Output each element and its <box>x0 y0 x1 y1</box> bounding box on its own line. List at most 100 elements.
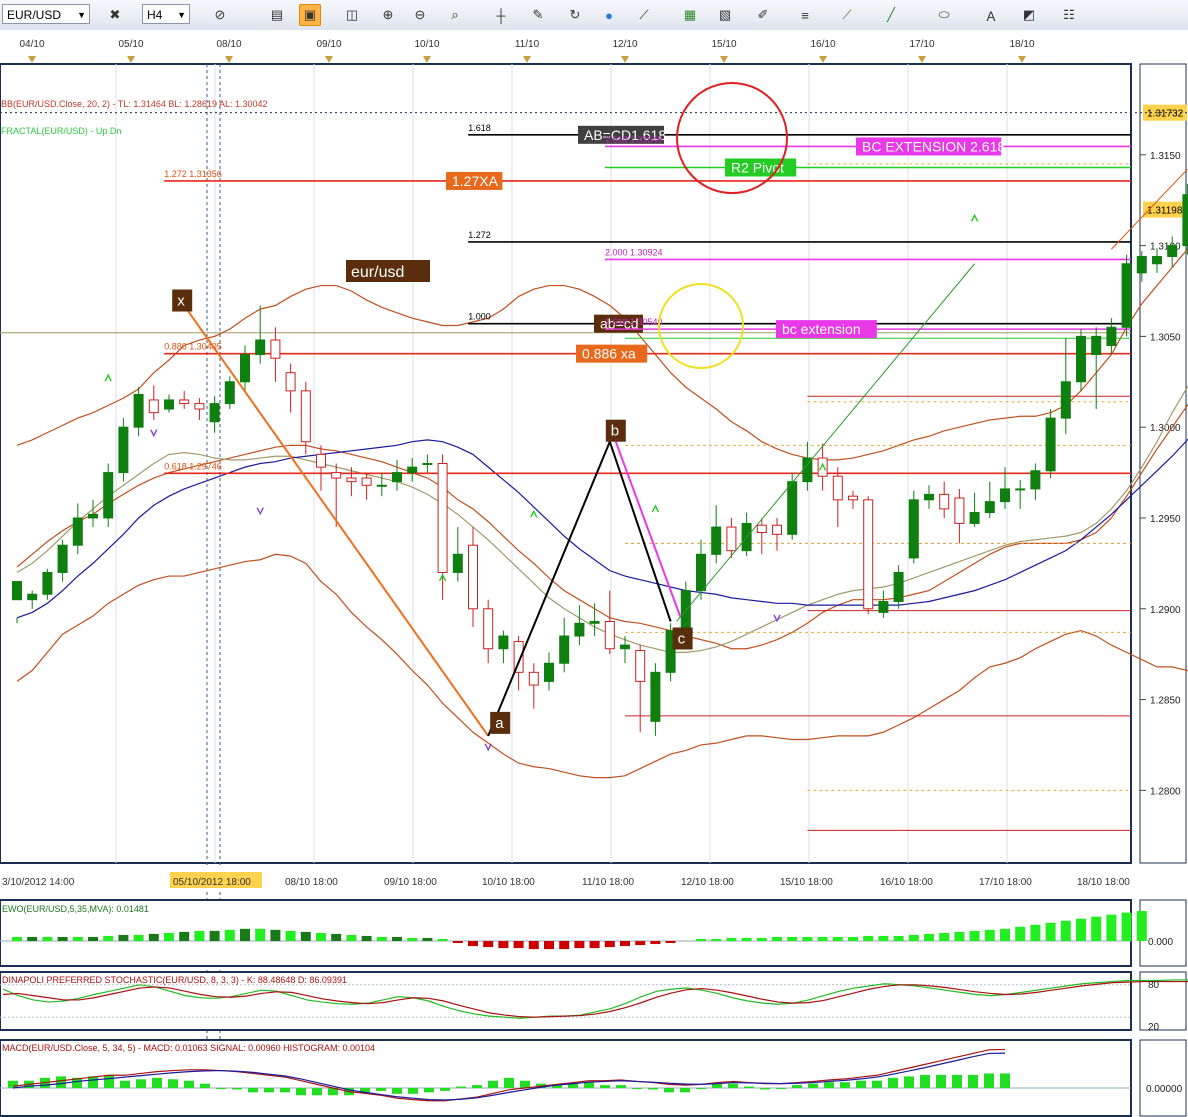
ewo-bar <box>300 931 311 941</box>
macd-histogram-bar <box>664 1088 674 1093</box>
time-label: 05/10/2012 18:00 <box>173 877 251 888</box>
ewo-bar <box>650 941 661 945</box>
zoom-out-icon[interactable]: ⊖ <box>409 4 431 26</box>
candle-style-icon[interactable]: ▣ <box>299 4 321 26</box>
fib-level-label: 0.618 1.29746 <box>164 461 222 471</box>
macd-histogram-bar <box>728 1083 738 1088</box>
macd-histogram-bar <box>280 1088 290 1093</box>
annotation-icon[interactable]: ✎ <box>527 4 549 26</box>
ewo-bar <box>604 941 615 948</box>
date-label: 15/10 <box>711 39 736 50</box>
ewo-bar <box>452 941 463 944</box>
ewo-bar <box>1015 926 1026 941</box>
line-style-icon[interactable]: ◫ <box>341 4 363 26</box>
symbol-value: EUR/USD <box>7 8 62 22</box>
ewo-bar <box>1060 920 1071 941</box>
ewo-bar <box>1045 922 1056 941</box>
candle-body <box>392 472 402 483</box>
macd-panel-axis <box>1139 1039 1187 1117</box>
date-label: 11/10 <box>515 39 540 50</box>
timeframe-select[interactable]: H4 ▼ <box>142 4 190 24</box>
ewo-bar <box>209 930 220 941</box>
screenshot-icon[interactable]: ▦ <box>679 4 701 26</box>
ewo-bar <box>118 934 129 941</box>
symbol-select[interactable]: EUR/USD ▼ <box>2 4 90 24</box>
candle-body <box>103 472 114 519</box>
save-icon[interactable]: ▧ <box>714 4 736 26</box>
remove-icon[interactable]: ⊘ <box>209 4 231 26</box>
ewo-bar <box>316 932 326 941</box>
text-icon[interactable]: Ａ <box>980 4 1002 26</box>
macd-histogram-bar <box>184 1080 194 1088</box>
chart-title: eur/usd <box>351 264 404 281</box>
candle-body <box>346 477 357 483</box>
candle-body <box>1182 194 1188 247</box>
candle-body <box>650 671 661 722</box>
globe-icon[interactable]: ● <box>598 4 620 26</box>
bollinger-legend: BB(EUR/USD.Close, 20, 2) - TL: 1.31464 B… <box>1 99 268 109</box>
fibonacci-icon[interactable]: ≡ <box>794 4 816 26</box>
macd-histogram-bar <box>424 1088 434 1093</box>
candle-body <box>148 399 159 414</box>
macd-histogram-bar <box>312 1088 322 1096</box>
candle-body <box>863 499 874 610</box>
fib-level-label: 2.000 1.30924 <box>605 247 663 257</box>
object-list-icon[interactable]: ☷ <box>1058 4 1080 26</box>
indicator-icon[interactable]: ✖ <box>104 4 126 26</box>
candle-body <box>954 497 965 524</box>
y-tick-label: 1.3050 <box>1150 332 1181 343</box>
macd-histogram-bar <box>648 1088 658 1090</box>
ewo-bar <box>848 936 858 941</box>
candle-body <box>1121 263 1132 328</box>
draw-tools-icon[interactable]: ✐ <box>752 4 774 26</box>
bar-style-icon[interactable]: ▤ <box>266 4 288 26</box>
date-label: 18/10 <box>1009 39 1034 50</box>
ewo-bar <box>179 931 190 941</box>
ruler-icon[interactable]: ⟋ <box>633 4 655 26</box>
y-tick-label: 1.3150 <box>1150 151 1181 162</box>
candle-body <box>1152 255 1162 265</box>
price-tag-label: 1.31198 <box>1147 206 1183 217</box>
date-label: 04/10 <box>19 39 44 50</box>
macd-histogram-bar <box>792 1085 802 1088</box>
candle-body <box>939 493 950 510</box>
ewo-bar <box>57 936 68 941</box>
ellipse-icon[interactable]: ⬭ <box>933 4 955 26</box>
candle-body <box>300 390 311 443</box>
fib-level-label: 1.272 <box>468 230 491 240</box>
candle-body <box>528 671 539 686</box>
candle-body <box>984 501 995 514</box>
macd-histogram-bar <box>968 1074 978 1088</box>
macd-histogram-bar <box>920 1074 930 1088</box>
macd-histogram-bar <box>808 1083 818 1088</box>
candle-body <box>361 477 372 486</box>
zoom-in-icon[interactable]: ⊕ <box>377 4 399 26</box>
crosshair-icon[interactable]: ┼ <box>490 4 512 26</box>
candle-body <box>589 620 600 624</box>
level-tag-label: 0.886 xa <box>582 346 636 362</box>
macd-histogram-bar <box>984 1073 994 1088</box>
y-tick-label: 1.2800 <box>1150 786 1181 797</box>
ewo-bar <box>772 936 782 941</box>
candle-body <box>209 403 220 423</box>
zoom-area-icon[interactable]: ⌕ <box>444 4 466 26</box>
candle-body <box>832 475 843 501</box>
ewo-bar <box>726 937 737 941</box>
ewo-bar <box>832 936 843 941</box>
refresh-icon[interactable]: ↻ <box>564 4 586 26</box>
time-label: 16/10 18:00 <box>880 877 933 888</box>
pattern-point-label: a <box>495 715 504 732</box>
ewo-bar <box>969 930 980 941</box>
candle-body <box>1091 335 1102 356</box>
ewo-bar <box>255 928 266 941</box>
line-icon[interactable]: ╱ <box>880 4 902 26</box>
trendline-icon[interactable]: ⟋ <box>836 4 858 26</box>
macd-histogram-bar <box>456 1086 466 1088</box>
ewo-bar <box>696 938 706 941</box>
ewo-bar <box>620 941 630 947</box>
chart-area[interactable]: 04/10 05/10 08/10 09/10 10/10 11/10 12/10 15/10… <box>0 30 1188 1117</box>
eraser-icon[interactable]: ◩ <box>1018 4 1040 26</box>
macd-histogram-bar <box>120 1080 130 1088</box>
time-label: 09/10 18:00 <box>384 877 437 888</box>
candle-body <box>72 517 83 546</box>
